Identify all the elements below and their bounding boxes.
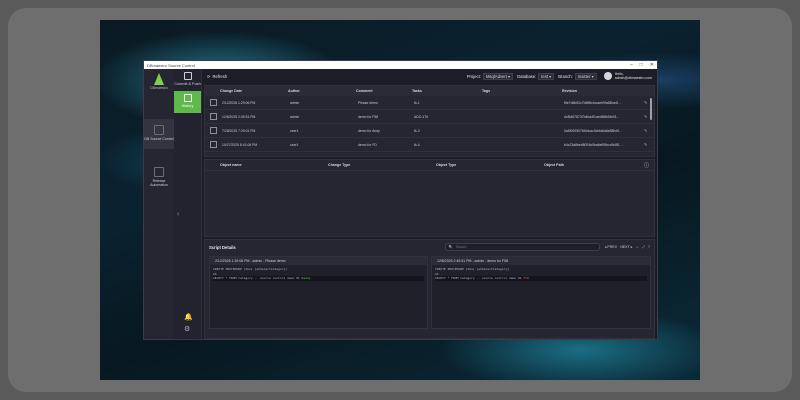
row-checkbox[interactable] <box>210 141 217 148</box>
history-icon <box>183 94 192 102</box>
script-pane-header: 12/8/2025 2:49:51 PM - admin - demo for … <box>432 257 650 265</box>
maximize-icon[interactable]: □ <box>640 61 643 69</box>
code-view[interactable]: CREATE PROCEDURE [dbo].[ehSelectCategory… <box>210 265 427 283</box>
history-grid-header: Change Date Author Comment Tasks Tags Re… <box>205 86 654 96</box>
branch-select[interactable]: master ▾ <box>574 72 597 80</box>
table-row[interactable]: 10/27/2025 8:41:06 PM user1 demo for FD … <box>205 138 654 152</box>
title-bar: DBmaestro Source Control – □ ✕ <box>144 61 657 69</box>
next-button[interactable]: NEXT ▸ <box>620 245 632 249</box>
collapse-chevron-icon[interactable]: ‹ <box>177 211 179 218</box>
subnav-item-commit-push[interactable]: Commit & Push <box>174 69 201 91</box>
database-select[interactable]: test ▾ <box>538 72 555 80</box>
vertical-scrollbar[interactable] <box>650 98 652 120</box>
project-select[interactable]: MsqlAdvert ▾ <box>482 72 514 80</box>
script-pane-left: 2/12/2026 1:29:06 PM - admin - Please de… <box>209 256 428 329</box>
database-icon <box>154 125 164 135</box>
refresh-button[interactable]: ⟳ Refresh <box>207 74 227 79</box>
row-checkbox[interactable] <box>210 113 217 120</box>
edit-icon[interactable]: ✎ <box>644 128 647 133</box>
help-icon[interactable]: ? <box>648 245 650 249</box>
info-icon[interactable]: ⓘ <box>644 162 649 169</box>
subnav-item-history[interactable]: History <box>174 91 201 113</box>
app-window: DBmaestro Source Control – □ ✕ DBmaestro… <box>143 60 658 340</box>
bell-icon[interactable]: 🔔 <box>184 313 193 321</box>
logo-text: DBmaestro <box>150 86 168 90</box>
refresh-icon: ⟳ <box>207 73 211 79</box>
prev-button[interactable]: ◂ PREV <box>605 245 618 249</box>
compare-icon[interactable]: ⇔ <box>636 245 640 249</box>
commit-icon <box>183 72 192 80</box>
table-row[interactable]: 12/8/2025 2:49:51 PM admin demo for F58 … <box>205 110 654 124</box>
table-row[interactable]: 7/28/2025 7:29:01 PM user1 demo for Andy… <box>205 124 654 138</box>
sidebar-item-db-source-control[interactable]: DB Source Control <box>144 119 174 149</box>
logo-icon <box>152 73 166 85</box>
user-greeting[interactable]: Hello, admin@dbmaestro.com <box>615 72 652 80</box>
script-pane-header: 2/12/2026 1:29:06 PM - admin - Please de… <box>210 257 427 265</box>
edit-icon[interactable]: ✎ <box>644 114 647 119</box>
search-icon: 🔍 <box>448 245 453 249</box>
script-details-title: Script Details <box>209 244 236 250</box>
project-label: Project: <box>466 73 481 79</box>
flow-icon <box>154 167 164 177</box>
script-pane-right: 12/8/2025 2:49:51 PM - admin - demo for … <box>431 256 651 329</box>
script-details-header: Script Details 🔍 Search ◂ PREV NEXT ▸ ⇔ … <box>205 240 654 254</box>
minimize-icon[interactable]: – <box>630 61 633 69</box>
sub-navigation: Commit & Push History ‹ 🔔 ⚙ <box>174 69 202 339</box>
sidebar-item-release-automation[interactable]: Release Automation <box>144 167 174 187</box>
row-checkbox[interactable] <box>210 99 217 106</box>
branch-label: Branch: <box>558 73 573 79</box>
row-checkbox[interactable] <box>210 127 217 134</box>
code-view[interactable]: CREATE PROCEDURE [dbo].[ehSelectCategory… <box>432 265 650 283</box>
close-icon[interactable]: ✕ <box>650 61 654 69</box>
main-sidebar: DBmaestro DB Source Control Release Auto… <box>144 69 174 339</box>
main-content: ⟳ Refresh Project: MsqlAdvert ▾ Database… <box>202 69 657 339</box>
table-row[interactable]: 2/12/2026 1:29:06 PM admin Please demo t… <box>205 96 654 110</box>
edit-icon[interactable]: ✎ <box>644 142 647 147</box>
expand-icon[interactable]: ⤢ <box>642 245 645 249</box>
top-toolbar: ⟳ Refresh Project: MsqlAdvert ▾ Database… <box>202 69 657 83</box>
search-input[interactable]: 🔍 Search <box>444 243 600 251</box>
avatar[interactable] <box>603 72 612 80</box>
history-grid: Change Date Author Comment Tasks Tags Re… <box>204 85 655 157</box>
app-logo: DBmaestro <box>148 73 170 90</box>
database-label: Database: <box>517 73 537 79</box>
script-details-panel: Script Details 🔍 Search ◂ PREV NEXT ▸ ⇔ … <box>204 239 655 339</box>
edit-icon[interactable]: ✎ <box>644 100 647 105</box>
objects-grid: Object name Change Type Object Type Obje… <box>204 159 655 237</box>
gear-icon[interactable]: ⚙ <box>184 325 190 333</box>
objects-grid-header: Object name Change Type Object Type Obje… <box>205 160 654 171</box>
window-title: DBmaestro Source Control <box>147 62 195 68</box>
